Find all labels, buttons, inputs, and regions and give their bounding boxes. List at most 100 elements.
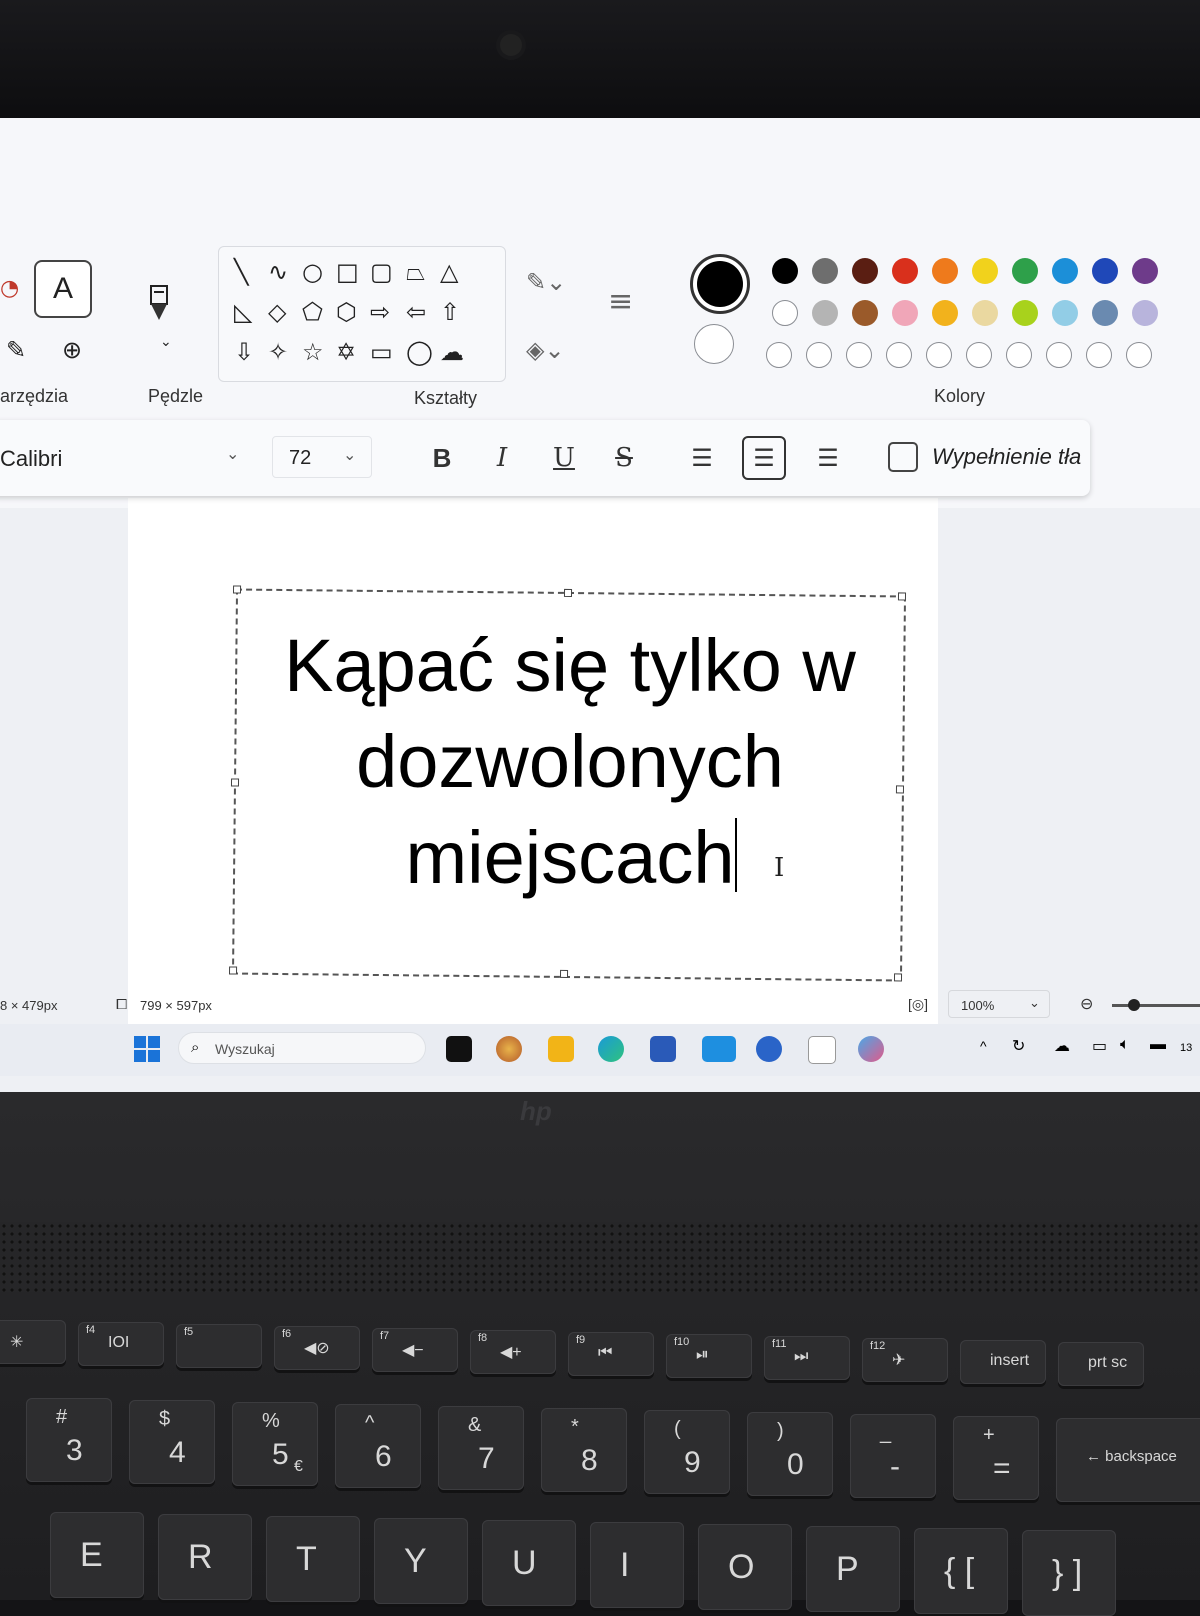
letter-key[interactable]: U bbox=[482, 1520, 576, 1606]
diamond-shape-icon[interactable]: ◇ bbox=[268, 300, 286, 324]
letter-key[interactable]: { [ bbox=[914, 1528, 1008, 1614]
function-key[interactable]: f12 ✈ bbox=[862, 1338, 948, 1382]
color-swatch[interactable] bbox=[932, 300, 958, 326]
callout-oval-shape-icon[interactable]: ◯ bbox=[406, 340, 433, 364]
letter-key[interactable]: T bbox=[266, 1516, 360, 1602]
color-swatch[interactable] bbox=[1132, 300, 1158, 326]
letter-key[interactable]: R bbox=[158, 1514, 252, 1600]
number-key[interactable]: _ - bbox=[850, 1414, 936, 1498]
callout-rect-shape-icon[interactable]: ▭ bbox=[370, 340, 393, 364]
color-swatch[interactable] bbox=[1092, 258, 1118, 284]
store-icon[interactable] bbox=[650, 1036, 676, 1062]
star6-shape-icon[interactable]: ✡ bbox=[336, 340, 356, 364]
callout-cloud-shape-icon[interactable]: ☁ bbox=[440, 340, 464, 364]
font-size-select[interactable]: 72 ⌄ bbox=[272, 436, 372, 478]
number-key[interactable]: ← backspace bbox=[1056, 1418, 1200, 1502]
right-triangle-shape-icon[interactable]: ◺ bbox=[234, 300, 252, 324]
pentagon-shape-icon[interactable]: ⬠ bbox=[302, 300, 323, 324]
resize-handle[interactable] bbox=[559, 969, 569, 978]
resize-handle[interactable] bbox=[893, 973, 903, 982]
help-icon[interactable] bbox=[756, 1036, 782, 1062]
zoom-out-icon[interactable]: ⊖ bbox=[1080, 994, 1093, 1014]
number-key[interactable]: & 7 bbox=[438, 1406, 524, 1490]
hexagon-shape-icon[interactable]: ⬡ bbox=[336, 300, 357, 324]
paint-icon[interactable] bbox=[858, 1036, 884, 1062]
color-swatch[interactable] bbox=[812, 300, 838, 326]
custom-color-slot[interactable] bbox=[1046, 342, 1072, 368]
function-key[interactable]: f10 ⏯ bbox=[666, 1334, 752, 1378]
arrow-up-shape-icon[interactable]: ⇧ bbox=[440, 300, 460, 324]
bold-button[interactable]: B bbox=[420, 436, 464, 480]
custom-color-slot[interactable] bbox=[766, 342, 792, 368]
battery-icon[interactable]: ▬ bbox=[1150, 1036, 1166, 1054]
color-swatch[interactable] bbox=[852, 300, 878, 326]
function-key[interactable]: f7 ◀− bbox=[372, 1328, 458, 1372]
triangle-shape-icon[interactable]: △ bbox=[440, 260, 458, 284]
underline-button[interactable]: U bbox=[542, 436, 586, 480]
rectangle-shape-icon[interactable]: □ bbox=[336, 260, 359, 284]
color-swatch[interactable] bbox=[1132, 258, 1158, 284]
primary-color-swatch[interactable] bbox=[690, 254, 750, 314]
letter-key[interactable]: O bbox=[698, 1524, 792, 1610]
arrow-right-shape-icon[interactable]: ⇨ bbox=[370, 300, 390, 324]
star5-shape-icon[interactable]: ☆ bbox=[302, 340, 324, 364]
function-key[interactable]: f5 bbox=[176, 1324, 262, 1368]
align-center-button[interactable]: ☰ bbox=[742, 436, 786, 480]
custom-color-slot[interactable] bbox=[1126, 342, 1152, 368]
function-key[interactable]: f8 ◀+ bbox=[470, 1330, 556, 1374]
tray-app-icon[interactable]: ↻ bbox=[1012, 1036, 1025, 1056]
function-key[interactable]: prt sc bbox=[1058, 1342, 1144, 1386]
number-key[interactable]: #3 bbox=[26, 1398, 112, 1482]
color-swatch[interactable] bbox=[1092, 300, 1118, 326]
fill-style-icon[interactable]: ◈⌄ bbox=[526, 336, 565, 364]
color-swatch[interactable] bbox=[812, 258, 838, 284]
number-key[interactable]: $4 bbox=[129, 1400, 215, 1484]
number-key[interactable]: % 5 € bbox=[232, 1402, 318, 1486]
custom-color-slot[interactable] bbox=[806, 342, 832, 368]
star4-shape-icon[interactable]: ✧ bbox=[268, 340, 288, 364]
function-key[interactable]: f4 IOI bbox=[78, 1322, 164, 1366]
color-swatch[interactable] bbox=[932, 258, 958, 284]
number-key[interactable]: * 8 bbox=[541, 1408, 627, 1492]
tray-chevron-icon[interactable]: ^ bbox=[980, 1038, 987, 1054]
letter-key[interactable]: I bbox=[590, 1522, 684, 1608]
color-swatch[interactable] bbox=[852, 258, 878, 284]
custom-color-slot[interactable] bbox=[926, 342, 952, 368]
zoom-slider[interactable] bbox=[1112, 999, 1200, 1011]
align-right-button[interactable]: ☰ bbox=[806, 436, 850, 480]
curve-shape-icon[interactable]: ∿ bbox=[268, 260, 288, 284]
resize-handle[interactable] bbox=[897, 592, 907, 601]
function-key[interactable]: f11 ⏭ bbox=[764, 1336, 850, 1380]
color-picker-icon[interactable]: ✎ bbox=[6, 336, 26, 364]
chevron-down-icon[interactable]: ⌄ bbox=[160, 334, 172, 350]
network-icon[interactable]: ▭ bbox=[1092, 1036, 1107, 1056]
size-icon[interactable]: ≡ bbox=[608, 284, 633, 319]
windows-start-icon[interactable] bbox=[134, 1036, 160, 1062]
letter-key[interactable]: P bbox=[806, 1526, 900, 1612]
cloud-icon[interactable]: ☁ bbox=[1054, 1036, 1070, 1056]
number-key[interactable]: ^ 6 bbox=[335, 1404, 421, 1488]
custom-color-slot[interactable] bbox=[966, 342, 992, 368]
color-swatch[interactable] bbox=[1052, 300, 1078, 326]
color-swatch[interactable] bbox=[972, 258, 998, 284]
background-fill-checkbox[interactable] bbox=[888, 442, 918, 472]
arrow-left-shape-icon[interactable]: ⇦ bbox=[406, 300, 426, 324]
zoom-select[interactable]: 100% ⌄ bbox=[948, 990, 1050, 1018]
volume-icon[interactable]: 🔈︎ bbox=[1120, 1036, 1130, 1054]
notepad-icon[interactable] bbox=[808, 1036, 836, 1064]
resize-handle[interactable] bbox=[230, 778, 240, 787]
function-key[interactable]: f3✳ bbox=[0, 1320, 66, 1364]
letter-key[interactable]: } ] bbox=[1022, 1530, 1116, 1616]
function-key[interactable]: f6 ◀⊘ bbox=[274, 1326, 360, 1370]
color-swatch[interactable] bbox=[1012, 258, 1038, 284]
edge-icon[interactable] bbox=[598, 1036, 624, 1062]
function-key[interactable]: f9 ⏮ bbox=[568, 1332, 654, 1376]
text-tool-button[interactable]: A bbox=[34, 260, 92, 318]
color-swatch[interactable] bbox=[892, 300, 918, 326]
clock[interactable]: 13 bbox=[1180, 1042, 1192, 1054]
custom-color-slot[interactable] bbox=[846, 342, 872, 368]
custom-color-slot[interactable] bbox=[1086, 342, 1112, 368]
oval-shape-icon[interactable]: ○ bbox=[302, 260, 323, 284]
italic-button[interactable]: I bbox=[480, 436, 524, 480]
color-swatch[interactable] bbox=[892, 258, 918, 284]
